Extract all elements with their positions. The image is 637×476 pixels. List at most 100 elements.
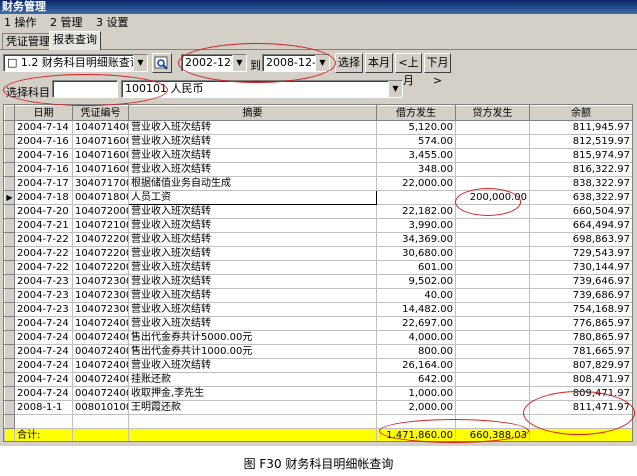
col-header-voucher-no[interactable]: 凭证编号 [72,105,129,121]
cell-date[interactable]: 2004-7-24 [14,386,73,401]
cell-debit[interactable]: 34,369.00 [376,232,456,247]
table-row[interactable]: 2004-7-231040723002营业收入班次结转40.00 739,686.… [4,288,632,303]
cell-credit[interactable] [455,344,530,359]
chevron-down-icon[interactable]: ▼ [315,55,329,71]
row-indicator[interactable] [4,176,15,191]
cell-balance[interactable]: 730,144.97 [529,260,632,275]
cell-debit[interactable]: 2,000.00 [376,400,456,415]
cell-credit[interactable] [455,386,530,401]
table-row[interactable]: 2004-7-241040724000营业收入班次结转22,697.00 776,… [4,316,632,331]
table-row[interactable]: 2004-7-241040724001营业收入班次结转26,164.00 807,… [4,358,632,373]
cell-balance[interactable]: 739,686.97 [529,288,632,303]
cell-date[interactable]: 2004-7-16 [14,162,73,177]
cell-debit[interactable]: 30,680.00 [376,246,456,261]
cell-balance[interactable]: 739,646.97 [529,274,632,289]
cell-debit[interactable] [376,190,456,205]
cell-voucher-no[interactable]: 1040714003 [72,120,129,135]
table-row[interactable]: ▶2004-7-180040718001人员工资 200,000.00638,32… [4,190,632,205]
next-month-button[interactable]: 下月> [424,53,451,87]
cell-voucher-no[interactable]: 1040722001 [72,246,129,261]
menu-settings[interactable]: 3 设置 [96,16,129,29]
this-month-button[interactable]: 本月 [365,53,393,73]
cell-summary[interactable]: 营业收入班次结转 [128,148,377,163]
row-indicator[interactable] [4,232,15,247]
cell-voucher-no[interactable]: 1040723000 [72,274,129,289]
cell-credit[interactable] [455,330,530,345]
table-row[interactable]: 2004-7-240040724002收取押金,李先生1,000.00 809,4… [4,386,632,401]
cell-credit[interactable] [455,120,530,135]
chevron-down-icon[interactable]: ▼ [388,81,402,97]
table-row[interactable]: 2004-7-240040724003售出代金券共计5000.00元4,000.… [4,330,632,345]
cell-voucher-no[interactable]: 1040723001 [72,302,129,317]
current-row-arrow-icon[interactable]: ▶ [4,190,15,205]
cell-date[interactable]: 2004-7-24 [14,316,73,331]
cell-voucher-no[interactable]: 1040721002 [72,218,129,233]
cell-credit[interactable] [455,288,530,303]
cell-voucher-no[interactable]: 0040724001 [72,372,129,387]
cell-credit[interactable] [455,316,530,331]
search-icon[interactable] [152,53,172,73]
cell-debit[interactable]: 3,990.00 [376,218,456,233]
row-indicator[interactable] [4,260,15,275]
cell-balance[interactable]: 811,471.97 [529,400,632,415]
cell-summary[interactable]: 收取押金,李先生 [128,386,377,401]
cell-summary[interactable]: 营业收入班次结转 [128,274,377,289]
cell-voucher-no[interactable]: 0040724004 [72,344,129,359]
cell-date[interactable]: 2004-7-23 [14,302,73,317]
cell-voucher-no[interactable]: 1040722002 [72,260,129,275]
cell-balance[interactable]: 781,665.97 [529,344,632,359]
cell-balance[interactable]: 815,974.97 [529,148,632,163]
menu-operation[interactable]: 1 操作 [4,16,37,29]
cell-date[interactable]: 2004-7-22 [14,260,73,275]
cell-voucher-no[interactable]: 0040724002 [72,386,129,401]
cell-balance[interactable]: 808,471.97 [529,372,632,387]
cell-debit[interactable]: 22,182.00 [376,204,456,219]
cell-summary[interactable]: 根据储值业务自动生成 [128,176,377,191]
cell-debit[interactable]: 348.00 [376,162,456,177]
cell-debit[interactable]: 574.00 [376,134,456,149]
cell-balance[interactable]: 811,945.97 [529,120,632,135]
cell-credit[interactable] [455,372,530,387]
select-button[interactable]: 选择 [335,53,363,73]
cell-credit[interactable] [455,274,530,289]
cell-summary[interactable]: 营业收入班次结转 [128,260,377,275]
cell-debit[interactable]: 4,000.00 [376,330,456,345]
cell-summary[interactable]: 营业收入班次结转 [128,246,377,261]
cell-date[interactable]: 2004-7-24 [14,344,73,359]
cell-balance[interactable]: 816,322.97 [529,162,632,177]
cell-summary[interactable]: 营业收入班次结转 [128,134,377,149]
cell-balance[interactable]: 812,519.97 [529,134,632,149]
row-indicator[interactable] [4,134,15,149]
table-row[interactable]: 2004-7-231040723000营业收入班次结转9,502.00 739,6… [4,274,632,289]
cell-summary[interactable]: 营业收入班次结转 [128,232,377,247]
cell-date[interactable]: 2004-7-16 [14,134,73,149]
col-header-balance[interactable]: 余额 [529,105,632,121]
cell-summary[interactable]: 售出代金券共计1000.00元 [128,344,377,359]
table-row[interactable]: 2004-7-141040714003营业收入班次结转5,120.00 811,9… [4,120,632,135]
row-indicator[interactable] [4,316,15,331]
cell-voucher-no[interactable]: 1040720000 [72,204,129,219]
cell-credit[interactable] [455,400,530,415]
cell-balance[interactable]: 754,168.97 [529,302,632,317]
cell-date[interactable]: 2004-7-22 [14,246,73,261]
cell-summary[interactable]: 营业收入班次结转 [128,162,377,177]
cell-summary[interactable]: 挂账还款 [128,372,377,387]
row-indicator[interactable] [4,400,15,415]
col-header-credit[interactable]: 贷方发生 [455,105,530,121]
row-indicator[interactable] [4,358,15,373]
cell-balance[interactable]: 807,829.97 [529,358,632,373]
row-indicator[interactable] [4,302,15,317]
table-row[interactable]: 2004-7-161040716000营业收入班次结转574.00 812,519… [4,134,632,149]
cell-voucher-no[interactable]: 0080101001 [72,400,129,415]
cell-credit[interactable] [455,204,530,219]
cell-voucher-no[interactable]: 0040718001 [72,190,129,205]
cell-balance[interactable]: 664,494.97 [529,218,632,233]
cell-debit[interactable]: 601.00 [376,260,456,275]
cell-summary[interactable]: 王明霞还款 [128,400,377,415]
cell-date[interactable]: 2004-7-14 [14,120,73,135]
row-indicator[interactable] [4,120,15,135]
row-indicator[interactable] [4,218,15,233]
row-indicator[interactable] [4,274,15,289]
subject-code-input[interactable] [52,80,118,98]
cell-summary[interactable]: 营业收入班次结转 [128,218,377,233]
